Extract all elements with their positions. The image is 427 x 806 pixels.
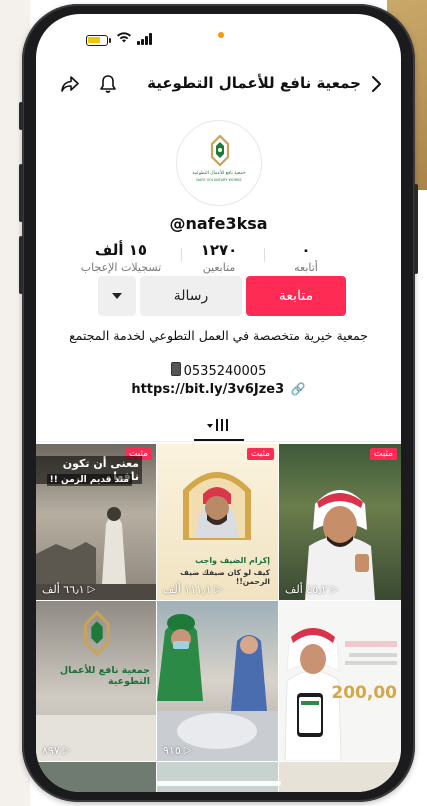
video-subcaption: منذ قديم الزمن !! — [46, 474, 132, 486]
followers-stat[interactable]: ١٢٧٠ متابعين — [174, 240, 264, 276]
followers-label: متابعين — [202, 261, 236, 274]
view-count: ▷ ١١١٫١ ألف — [163, 583, 223, 596]
video-tile[interactable] — [279, 762, 401, 792]
play-icon: ▷ — [62, 745, 71, 756]
likes-stat[interactable]: ١٥ ألف تسجيلات الإعجاب — [76, 240, 166, 276]
video-tile[interactable]: ▷ ٩١٥ — [157, 601, 278, 761]
mute-switch — [19, 102, 23, 130]
view-count: ▷ ٨٩٧ — [42, 744, 71, 757]
play-icon: ▷ — [330, 584, 339, 595]
followers-count: ١٢٧٠ — [200, 241, 238, 259]
battery-icon — [86, 35, 108, 46]
video-grid: مثبت معنى أن تكون نافعا منذ قديم الزمن !… — [36, 444, 401, 792]
phone-screen: جمعية نافع للأعمال التطوعية جمعية نافع ل… — [36, 14, 401, 792]
profile-header-bar: جمعية نافع للأعمال التطوعية — [36, 70, 401, 100]
power-button — [414, 184, 418, 274]
bio-text: جمعية خيرية متخصصة في العمل التطوعي لخدم… — [69, 328, 368, 343]
video-thumbnail-art — [157, 614, 278, 761]
video-caption: جمعية نافع للأعمال التطوعية — [59, 665, 150, 687]
video-caption: إكرام الضيف واجب — [195, 556, 270, 565]
video-tile[interactable]: مثبت معنى أن تكون نافعا منذ قديم الزمن !… — [36, 444, 156, 600]
following-count: ٠ — [301, 241, 311, 259]
video-tile[interactable]: جمعية نافع للأعمال التطوعية ▷ ٨٩٧ — [36, 601, 156, 761]
nafe-logo-icon — [84, 610, 110, 657]
back-chevron-icon[interactable] — [362, 70, 390, 98]
logo-caption: جمعية نافع للأعمال التطوعية NAFE VOLUNTA… — [192, 171, 246, 182]
pinned-badge: مثبت — [246, 448, 274, 460]
video-tile[interactable]: مثبت إكرام الضيف واجب كيف لو كان ضيفك ضي… — [157, 444, 278, 600]
play-icon: ▷ — [214, 584, 223, 595]
profile-actions: رسالة متابعة — [36, 276, 401, 318]
video-thumbnail-art — [305, 490, 375, 600]
tab-divider — [36, 441, 401, 442]
phone-number: 0535240005 — [183, 364, 267, 379]
play-icon: ▷ — [87, 584, 96, 595]
play-icon: ▷ — [183, 745, 192, 756]
suggestions-dropdown-button[interactable] — [98, 276, 136, 316]
volume-down-button — [19, 236, 23, 294]
pinned-badge: مثبت — [369, 448, 397, 460]
follow-button[interactable]: متابعة — [246, 276, 346, 316]
following-label: أتابعه — [294, 261, 318, 274]
bell-icon[interactable] — [94, 70, 122, 98]
view-count: ▷ ٦٦٫١ ألف — [42, 583, 96, 596]
message-button[interactable]: رسالة — [140, 276, 242, 316]
tab-videos[interactable] — [199, 412, 239, 440]
video-tile[interactable]: مثبت ▷ ٤٥٫٢ ألف — [279, 444, 401, 600]
wifi-icon — [116, 29, 132, 48]
video-tile[interactable]: 200,00 — [279, 601, 401, 761]
view-count: ▷ ٩١٥ — [163, 744, 192, 757]
view-count: ▷ ٤٥٫٢ ألف — [285, 583, 339, 596]
likes-count: ١٥ ألف — [94, 241, 148, 259]
phone-frame: جمعية نافع للأعمال التطوعية جمعية نافع ل… — [19, 4, 418, 802]
nafe-logo-icon — [210, 135, 230, 167]
link-icon: 🔗 — [290, 382, 306, 396]
video-caption: 200,00 — [331, 683, 397, 703]
privacy-indicator-dot — [218, 32, 224, 38]
page-title: جمعية نافع للأعمال التطوعية — [147, 74, 361, 92]
bio-link[interactable]: https://bit.ly/3v6Jze3 🔗 — [36, 382, 401, 397]
avatar[interactable]: جمعية نافع للأعمال التطوعية NAFE VOLUNTA… — [176, 120, 262, 206]
bio-phone: 0535240005 — [36, 362, 401, 379]
bio-link-text[interactable]: https://bit.ly/3v6Jze3 — [131, 382, 284, 397]
volume-up-button — [19, 164, 23, 222]
share-icon[interactable] — [56, 70, 84, 98]
videos-grid-icon — [207, 419, 228, 431]
content-tabs — [36, 412, 401, 442]
battery-cap — [109, 38, 111, 43]
caret-down-icon — [112, 293, 122, 299]
video-thumbnail-art — [284, 626, 397, 761]
username-handle: @nafe3ksa — [169, 214, 268, 233]
status-bar — [36, 14, 401, 58]
video-thumbnail-art — [183, 472, 251, 540]
cellular-signal-icon — [137, 33, 155, 45]
video-tile[interactable] — [36, 762, 156, 792]
mobile-phone-icon — [170, 362, 181, 376]
video-tile[interactable] — [157, 762, 278, 792]
likes-label: تسجيلات الإعجاب — [80, 261, 162, 274]
home-indicator[interactable] — [156, 781, 281, 786]
following-stat[interactable]: ٠ أتابعه — [261, 240, 351, 276]
